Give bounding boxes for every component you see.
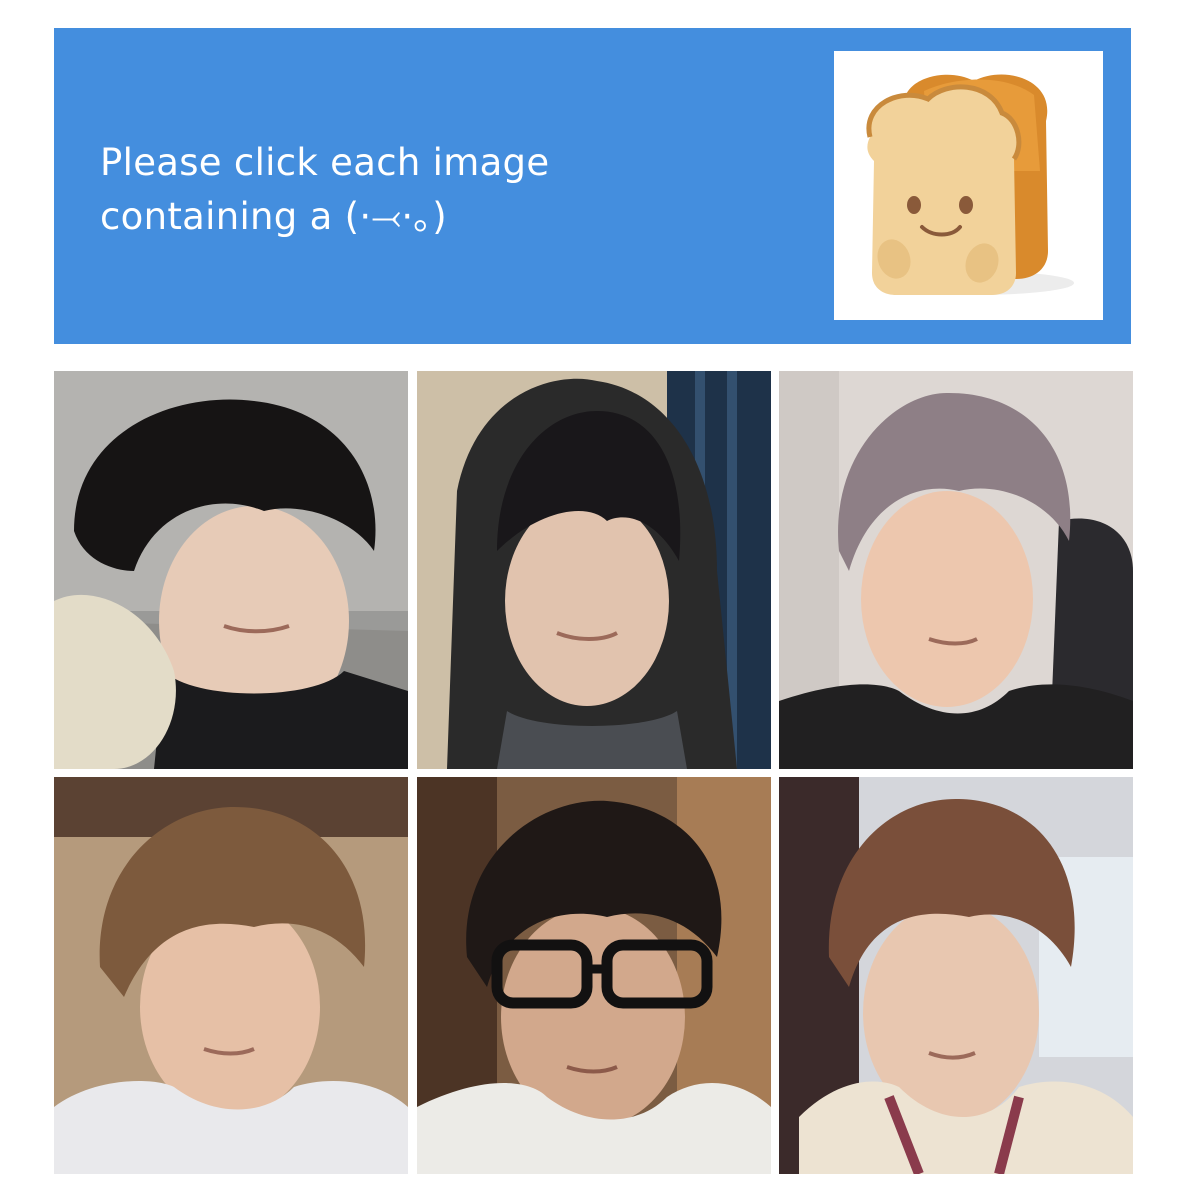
prompt-line-2: containing a (·⤙·｡) — [100, 195, 447, 238]
captcha-prompt: Please click each image containing a (·⤙… — [100, 136, 800, 244]
captcha-widget: Please click each image containing a (·⤙… — [0, 0, 1187, 1200]
image-tile-1[interactable] — [54, 371, 408, 769]
image-tile-5[interactable] — [417, 777, 771, 1174]
image-tile-2[interactable] — [417, 371, 771, 769]
image-tile-4[interactable] — [54, 777, 408, 1174]
image-tile-3[interactable] — [779, 371, 1133, 769]
tile-6-photo — [779, 777, 1133, 1174]
tile-4-photo — [54, 777, 408, 1174]
image-tile-6[interactable] — [779, 777, 1133, 1174]
prompt-line-1: Please click each image — [100, 141, 550, 184]
tile-3-photo — [779, 371, 1133, 769]
tile-1-photo — [54, 371, 408, 769]
reference-image-bread-plush — [834, 51, 1103, 320]
tile-5-photo — [417, 777, 771, 1174]
tile-2-photo — [417, 371, 771, 769]
captcha-header: Please click each image containing a (·⤙… — [54, 28, 1131, 344]
